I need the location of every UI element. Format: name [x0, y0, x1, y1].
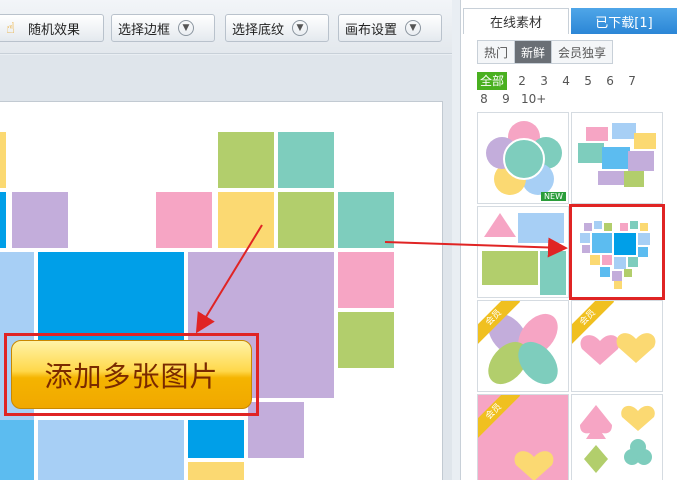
collage-cell[interactable]: [0, 132, 6, 188]
collage-cell[interactable]: [0, 192, 6, 248]
collage-cell[interactable]: [338, 312, 394, 368]
flower-template-icon: [486, 121, 562, 195]
random-effect-button[interactable]: ☝ 随机效果: [0, 14, 104, 42]
template-thumb[interactable]: NEW: [477, 112, 569, 204]
add-images-button[interactable]: 添加多张图片: [11, 340, 252, 409]
tab-downloaded[interactable]: 已下载[1]: [571, 8, 677, 34]
hand-pointer-icon: ☝: [6, 19, 16, 37]
page-link[interactable]: 2: [515, 72, 529, 90]
workspace: [0, 55, 452, 480]
page-link[interactable]: 7: [625, 72, 639, 90]
subtab-fresh[interactable]: 新鲜: [515, 41, 553, 63]
collage-canvas[interactable]: [0, 101, 443, 480]
collage-cell[interactable]: [12, 192, 68, 248]
chevron-down-icon: ▼: [178, 20, 195, 36]
select-texture-button[interactable]: 选择底纹 ▼: [225, 14, 329, 42]
collage-cell[interactable]: [188, 420, 244, 458]
collage-cell[interactable]: [278, 132, 334, 188]
material-panel: 在线素材 已下载[1] 热门 新鲜 会员独享 全部 2 3 4 5 6 7 8 9 10+ NEW: [460, 0, 680, 480]
toolbar: ☝ 随机效果 选择边框 ▼ 选择底纹 ▼ 画布设置 ▼: [0, 0, 452, 54]
collage-cell[interactable]: [0, 420, 34, 480]
shapes-template-icon: [482, 213, 566, 295]
canvas-settings-label: 画布设置: [345, 22, 398, 38]
page-selector: 全部 2 3 4 5 6 7 8 9 10+: [477, 72, 677, 108]
collage-cell[interactable]: [38, 252, 184, 344]
add-images-highlight: 添加多张图片: [4, 333, 259, 416]
chevron-down-icon: ▼: [292, 20, 309, 36]
template-thumb[interactable]: [477, 206, 569, 298]
template-thumb[interactable]: 会员: [571, 300, 663, 392]
collage-cell[interactable]: [278, 192, 334, 248]
chevron-down-icon: ▼: [405, 20, 422, 36]
template-thumb[interactable]: 会员: [477, 300, 569, 392]
page-link[interactable]: 6: [603, 72, 617, 90]
material-subtabs: 热门 新鲜 会员独享: [477, 40, 614, 64]
select-texture-label: 选择底纹: [232, 22, 285, 38]
grid-template-icon: [578, 123, 656, 187]
panel-tabs: 在线素材 已下载[1]: [461, 8, 680, 34]
new-badge: NEW: [541, 192, 566, 201]
page-all[interactable]: 全部: [477, 72, 508, 90]
template-grid: NEW 会员 会员 会员: [477, 112, 667, 480]
page-link[interactable]: 8: [477, 90, 491, 108]
select-border-button[interactable]: 选择边框 ▼: [111, 14, 215, 42]
subtab-hot[interactable]: 热门: [478, 41, 516, 63]
template-thumb[interactable]: [571, 112, 663, 204]
card-suits-template-icon: [580, 405, 655, 473]
canvas-settings-button[interactable]: 画布设置 ▼: [338, 14, 442, 42]
subtab-vip-only[interactable]: 会员独享: [552, 41, 613, 63]
add-images-label: 添加多张图片: [44, 359, 219, 393]
heart-template-thumb[interactable]: [569, 204, 665, 300]
collage-cell[interactable]: [156, 192, 212, 248]
heart-template-icon: [580, 221, 650, 289]
random-effect-label: 随机效果: [28, 22, 81, 38]
tab-online-materials[interactable]: 在线素材: [463, 8, 569, 34]
collage-cell[interactable]: [188, 462, 244, 480]
collage-cell[interactable]: [218, 132, 274, 188]
select-border-label: 选择边框: [118, 22, 171, 38]
collage-cell[interactable]: [38, 420, 184, 480]
collage-cell[interactable]: [338, 252, 394, 308]
collage-cell[interactable]: [218, 192, 274, 248]
page-link[interactable]: 3: [537, 72, 551, 90]
template-thumb[interactable]: 会员: [477, 394, 569, 480]
collage-cell[interactable]: [338, 192, 394, 248]
page-link[interactable]: 10+: [521, 90, 546, 108]
page-link[interactable]: 9: [499, 90, 513, 108]
template-thumb[interactable]: [571, 394, 663, 480]
page-link[interactable]: 4: [559, 72, 573, 90]
page-link[interactable]: 5: [581, 72, 595, 90]
